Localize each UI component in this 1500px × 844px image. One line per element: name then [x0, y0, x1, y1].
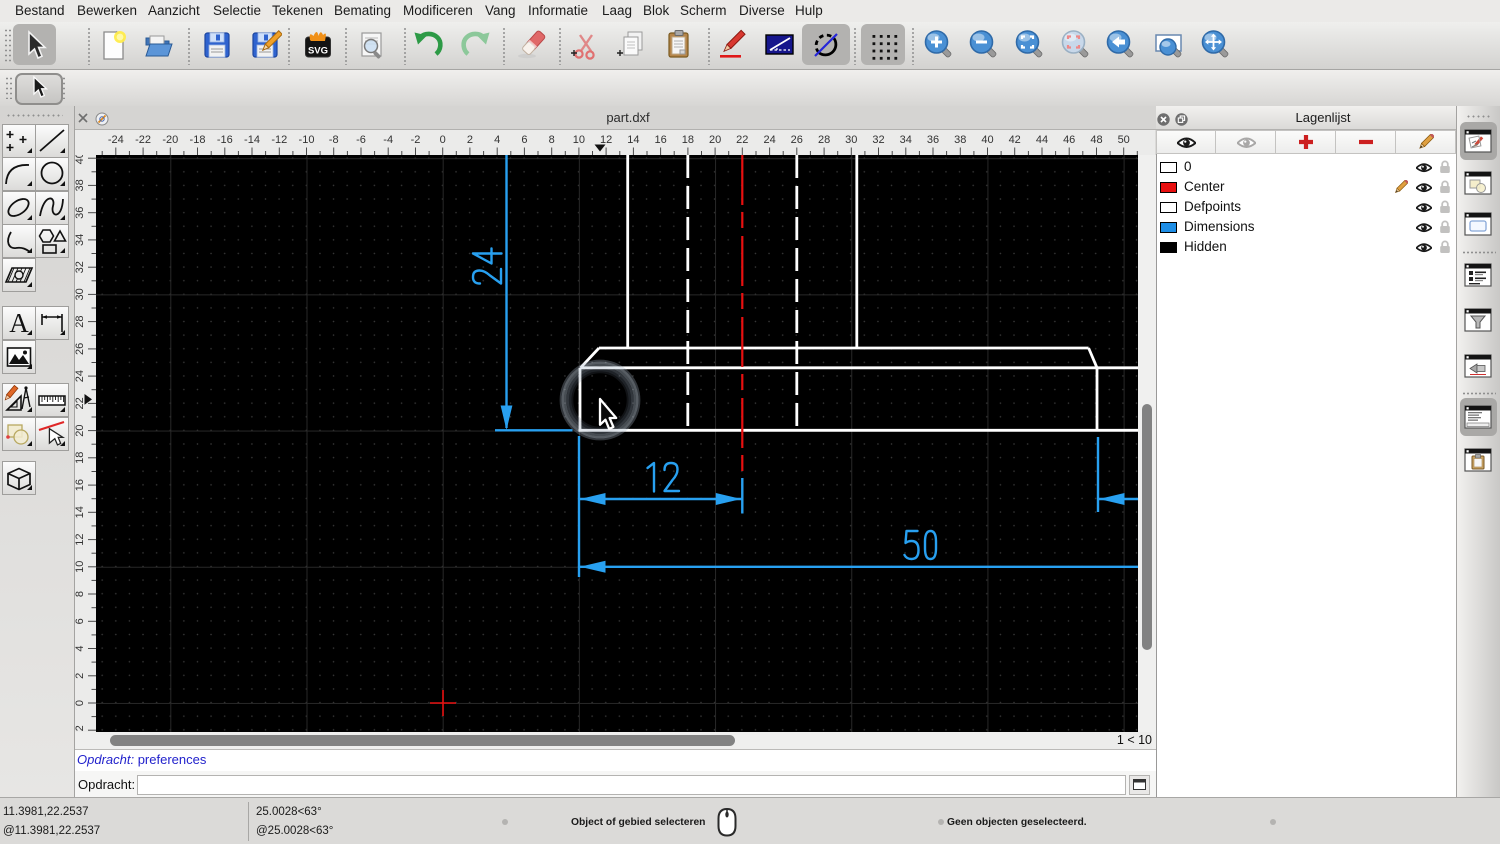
svg-text:-10: -10 — [299, 134, 315, 146]
svg-text:16: 16 — [75, 479, 86, 491]
svg-text:18: 18 — [75, 452, 86, 464]
svg-text:SVG: SVG — [308, 46, 328, 57]
svg-text:2: 2 — [75, 673, 86, 679]
svg-text:28: 28 — [818, 134, 830, 146]
svg-text:6: 6 — [521, 134, 527, 146]
svg-text:-8: -8 — [329, 134, 339, 146]
svg-text:34: 34 — [75, 234, 86, 246]
svg-text:-22: -22 — [135, 134, 151, 146]
svg-text:6: 6 — [75, 618, 86, 624]
svg-text:8: 8 — [549, 134, 555, 146]
svg-text:38: 38 — [954, 134, 966, 146]
svg-text:40: 40 — [75, 155, 86, 164]
svg-text:-18: -18 — [190, 134, 206, 146]
svg-text:14: 14 — [75, 506, 86, 518]
svg-text:40: 40 — [981, 134, 993, 146]
svg-text:4: 4 — [494, 134, 500, 146]
svg-text:-2: -2 — [411, 134, 421, 146]
svg-text:-20: -20 — [162, 134, 178, 146]
svg-text:30: 30 — [75, 288, 86, 300]
svg-text:-2: -2 — [75, 725, 86, 732]
svg-text:-4: -4 — [383, 134, 393, 146]
svg-text:22: 22 — [736, 134, 748, 146]
svg-text:22: 22 — [75, 397, 86, 409]
svg-text:30: 30 — [845, 134, 857, 146]
svg-text:12: 12 — [600, 134, 612, 146]
svg-text:20: 20 — [709, 134, 721, 146]
svg-text:36: 36 — [75, 207, 86, 219]
svg-text:8: 8 — [75, 591, 86, 597]
svg-text:10: 10 — [573, 134, 585, 146]
svg-text:2: 2 — [467, 134, 473, 146]
svg-text:0: 0 — [440, 134, 446, 146]
svg-text:12: 12 — [75, 533, 86, 545]
svg-text:-6: -6 — [356, 134, 366, 146]
svg-text:42: 42 — [1009, 134, 1021, 146]
svg-text:0: 0 — [75, 700, 86, 706]
svg-text:-24: -24 — [108, 134, 124, 146]
svg-text:24: 24 — [75, 370, 86, 382]
svg-text:32: 32 — [872, 134, 884, 146]
svg-text:34: 34 — [900, 134, 912, 146]
svg-text:26: 26 — [75, 343, 86, 355]
svg-text:A: A — [9, 308, 29, 338]
svg-text:14: 14 — [627, 134, 639, 146]
svg-text:18: 18 — [682, 134, 694, 146]
svg-text:44: 44 — [1036, 134, 1048, 146]
svg-text:38: 38 — [75, 179, 86, 191]
svg-text:20: 20 — [75, 424, 86, 436]
svg-text:-16: -16 — [217, 134, 233, 146]
svg-text:10: 10 — [75, 561, 86, 573]
svg-text:16: 16 — [654, 134, 666, 146]
svg-text:32: 32 — [75, 261, 86, 273]
svg-text:46: 46 — [1063, 134, 1075, 146]
svg-text:48: 48 — [1090, 134, 1102, 146]
svg-text:-14: -14 — [244, 134, 260, 146]
svg-text:-12: -12 — [271, 134, 287, 146]
svg-text:24: 24 — [763, 134, 775, 146]
svg-text:4: 4 — [75, 645, 86, 651]
svg-text:50: 50 — [1118, 134, 1130, 146]
svg-text:28: 28 — [75, 315, 86, 327]
svg-text:26: 26 — [791, 134, 803, 146]
svg-text:36: 36 — [927, 134, 939, 146]
